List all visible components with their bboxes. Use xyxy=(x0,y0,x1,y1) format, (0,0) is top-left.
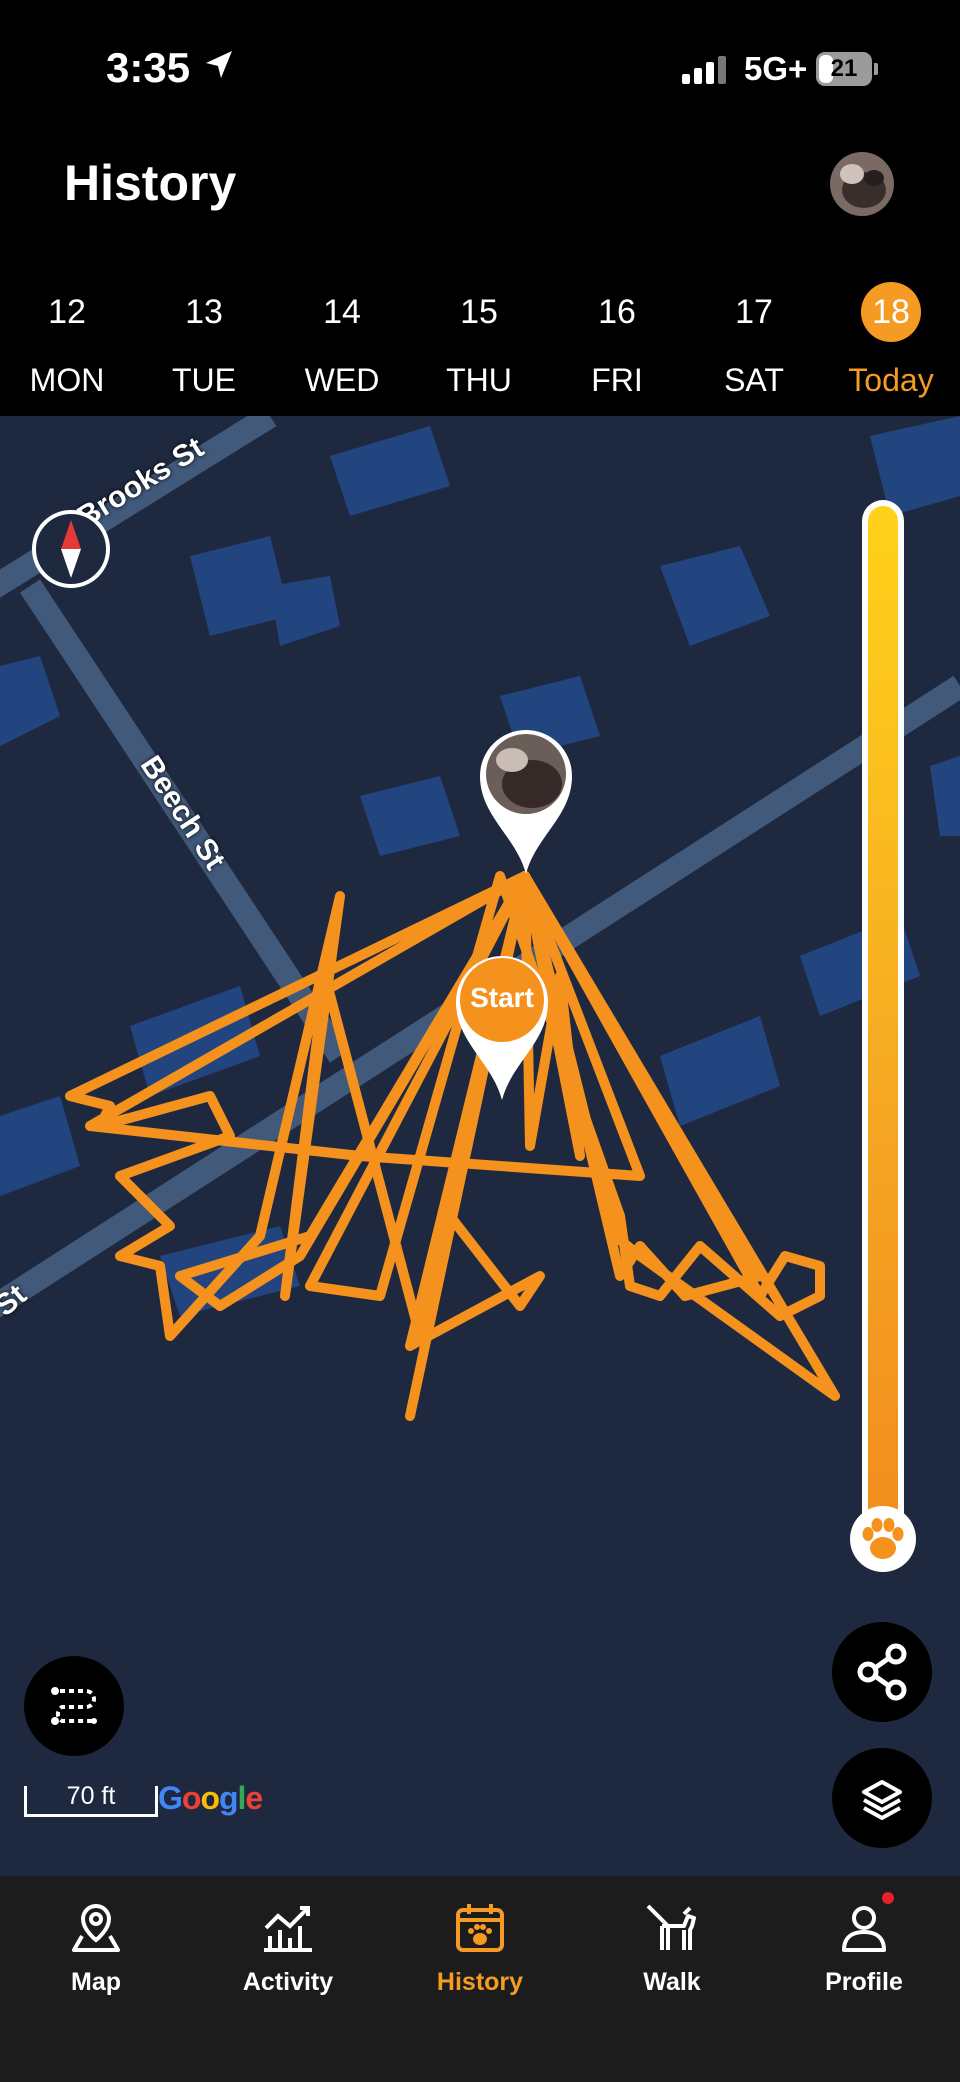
share-icon xyxy=(857,1643,907,1701)
day-number: 16 xyxy=(598,293,636,331)
day-number: 18 xyxy=(861,282,921,342)
day-number: 14 xyxy=(323,293,361,331)
day-label: TUE xyxy=(172,362,236,398)
tab-walk[interactable]: Walk xyxy=(576,1876,768,2026)
tab-label: Profile xyxy=(825,1968,903,1996)
battery-level: 21 xyxy=(830,55,858,82)
start-label: Start xyxy=(470,982,534,1013)
day-number: 13 xyxy=(185,293,223,331)
tab-label: Map xyxy=(71,1968,121,1996)
network-type: 5G+ xyxy=(744,50,808,87)
location-arrow-icon xyxy=(206,51,232,78)
scale-label: 70 ft xyxy=(66,1782,116,1810)
compass-icon[interactable] xyxy=(32,510,110,588)
route-toggle-button[interactable] xyxy=(24,1656,124,1756)
tab-label: History xyxy=(436,1968,524,1996)
clock: 3:35 xyxy=(106,44,191,91)
day-label: THU xyxy=(446,362,512,398)
day-number: 12 xyxy=(48,293,86,331)
avatar[interactable] xyxy=(830,152,894,216)
layers-icon xyxy=(862,1780,902,1820)
share-button[interactable] xyxy=(832,1622,932,1722)
day-label: WED xyxy=(304,362,380,398)
signal-icon xyxy=(682,56,726,84)
time-slider-handle[interactable] xyxy=(850,1506,916,1572)
day-label: Today xyxy=(848,362,934,398)
day-16[interactable]: 16 FRI xyxy=(562,270,672,410)
dog-walk-icon xyxy=(646,1904,696,1950)
tab-profile[interactable]: Profile xyxy=(768,1876,960,2026)
calendar-paw-icon xyxy=(456,1904,504,1952)
map-scale: 70 ft xyxy=(24,1782,158,1817)
google-attribution: Google xyxy=(158,1780,263,1816)
day-label: FRI xyxy=(591,362,643,398)
tab-label: Walk xyxy=(643,1968,701,1996)
time-slider-track[interactable] xyxy=(862,500,904,1540)
day-label: MON xyxy=(29,362,105,398)
day-number: 17 xyxy=(735,293,773,331)
tab-bar: Map Activity History Walk Profile xyxy=(0,1876,960,2082)
day-15[interactable]: 15 THU xyxy=(424,270,534,410)
start-pin-icon[interactable] xyxy=(452,952,552,1102)
day-14[interactable]: 14 WED xyxy=(287,270,397,410)
person-icon xyxy=(842,1906,886,1952)
day-17[interactable]: 17 SAT xyxy=(699,270,809,410)
battery-icon: 21 xyxy=(816,52,880,86)
tab-history[interactable]: History xyxy=(384,1876,576,2026)
current-location-pin-icon[interactable] xyxy=(476,726,576,876)
route-icon xyxy=(51,1687,97,1725)
map-view[interactable]: Brooks St Beech St St Start 70 ft Google xyxy=(0,416,960,1876)
activity-chart-icon xyxy=(264,1906,312,1952)
tab-label: Activity xyxy=(242,1968,334,1996)
day-18-today[interactable]: 18 Today xyxy=(836,270,946,410)
tab-activity[interactable]: Activity xyxy=(192,1876,384,2026)
map-layers-button[interactable] xyxy=(832,1748,932,1848)
day-12[interactable]: 12 MON xyxy=(12,270,122,410)
day-selector: 12 MON 13 TUE 14 WED 15 THU 16 FRI 17 SA… xyxy=(0,270,960,410)
day-13[interactable]: 13 TUE xyxy=(149,270,259,410)
paw-icon xyxy=(862,1518,904,1559)
status-bar: 3:35 5G+ 21 xyxy=(0,0,960,140)
day-number: 15 xyxy=(460,293,498,331)
tab-map[interactable]: Map xyxy=(0,1876,192,2026)
day-label: SAT xyxy=(724,362,784,398)
map-canvas xyxy=(0,416,960,1421)
page-title: History xyxy=(64,155,237,211)
notification-badge xyxy=(882,1892,894,1904)
map-pin-icon xyxy=(72,1903,120,1952)
